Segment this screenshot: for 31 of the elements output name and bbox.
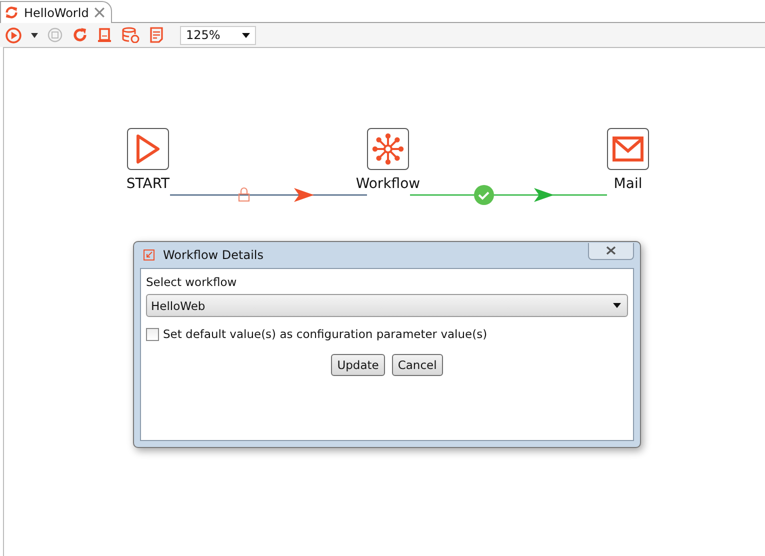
database-icon[interactable] (122, 27, 140, 43)
hub-icon (372, 133, 404, 165)
dialog-button[interactable]: Update (331, 354, 385, 376)
workflow-select[interactable]: HelloWeb (146, 294, 628, 317)
start-node[interactable] (127, 128, 169, 170)
checkbox[interactable] (146, 328, 159, 340)
tab-title: HelloWorld (24, 6, 89, 20)
editor-tab[interactable]: HelloWorld (0, 1, 112, 23)
run-icon[interactable] (5, 26, 22, 44)
edit-icon (143, 249, 155, 261)
refresh-icon[interactable] (72, 27, 88, 43)
caret-icon (242, 32, 250, 38)
close-icon[interactable] (94, 7, 105, 18)
play-icon (135, 134, 161, 164)
close-icon (606, 246, 616, 255)
workflow-node[interactable] (367, 128, 409, 170)
mail-node[interactable] (607, 128, 649, 170)
field-label: Select workflow (146, 275, 238, 289)
node-label: Mail (612, 176, 644, 192)
close-button[interactable] (588, 242, 634, 260)
checkbox-label: Set default value(s) as configuration parameter value(s) (163, 327, 488, 341)
dialog-title: Workflow Details (163, 248, 264, 262)
node-label: START (125, 176, 171, 192)
dialog-button[interactable]: Cancel (392, 354, 443, 376)
caret-icon (613, 303, 621, 308)
zoom-dropdown[interactable]: 125% (180, 26, 256, 44)
dropdown-caret-icon[interactable] (31, 32, 38, 38)
node-label: Workflow (354, 176, 422, 192)
envelope-icon (612, 136, 644, 162)
document-icon[interactable] (149, 27, 165, 43)
refresh-icon (4, 5, 19, 20)
